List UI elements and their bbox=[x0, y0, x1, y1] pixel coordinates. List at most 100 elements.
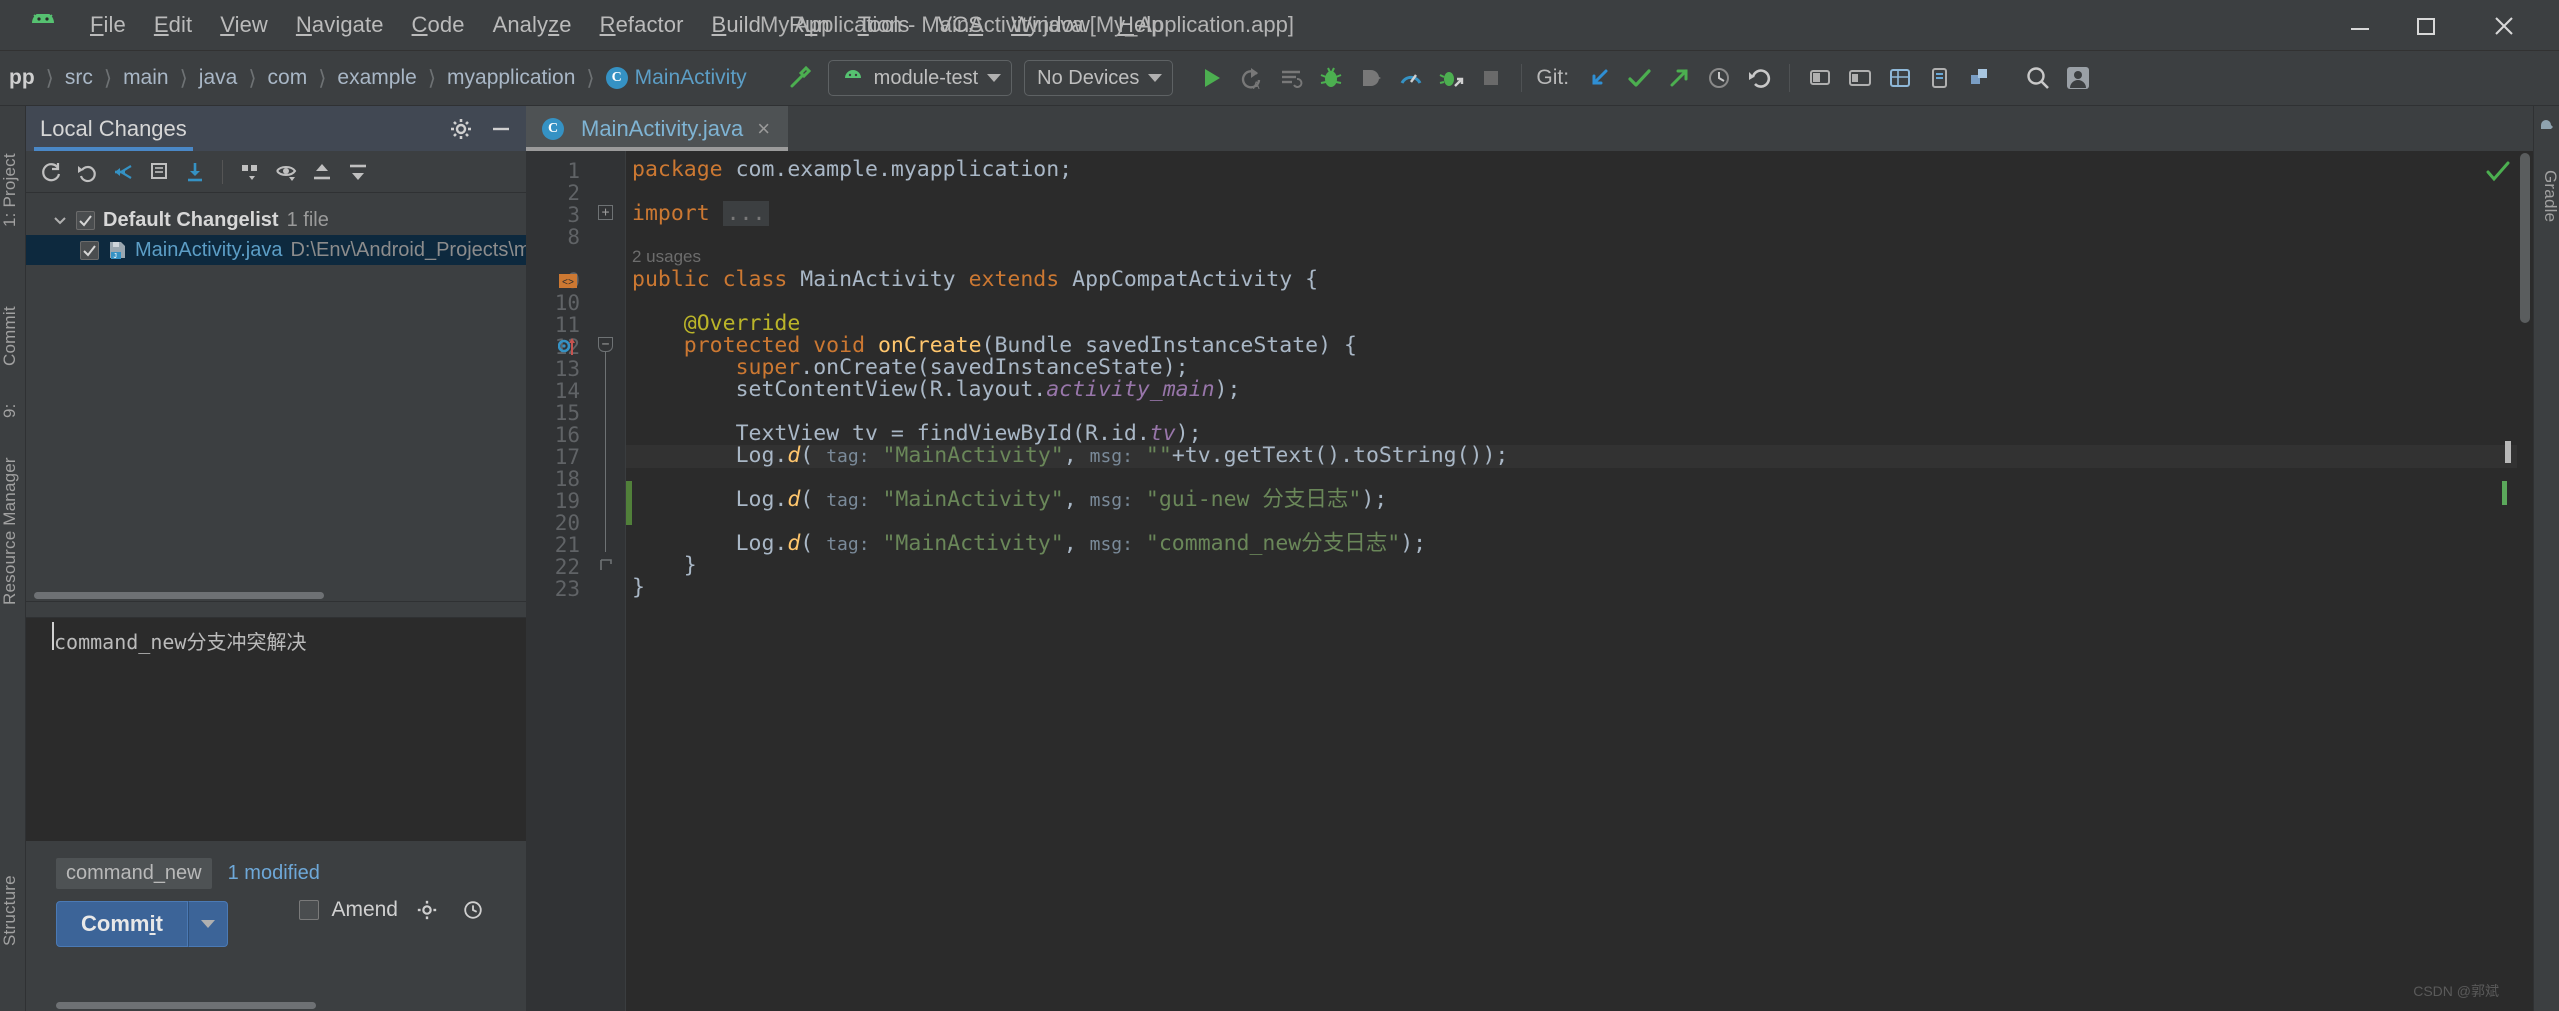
breadcrumb-item-main[interactable]: main bbox=[116, 63, 176, 93]
fold-collapse-icon[interactable]: − bbox=[598, 337, 613, 352]
avd-manager-icon[interactable] bbox=[1800, 58, 1840, 98]
breadcrumb-item-com[interactable]: com bbox=[261, 63, 315, 93]
device-file-explorer-icon[interactable] bbox=[1920, 58, 1960, 98]
commit-message-input[interactable]: command_new分支冲突解决 bbox=[54, 626, 306, 655]
shelve-silently-icon[interactable] bbox=[106, 155, 140, 189]
sidebar-item-project[interactable]: 1: Project bbox=[0, 120, 26, 260]
gradle-elephant-icon[interactable] bbox=[2538, 114, 2556, 137]
editor-gutter[interactable]: 1 2 3 8 9 10 11 12 13 14 15 16 17 18 19 … bbox=[526, 151, 588, 1011]
editor-tab-mainactivity[interactable]: C MainActivity.java × bbox=[526, 106, 789, 151]
file-checkbox[interactable] bbox=[80, 240, 99, 260]
fold-expand-icon[interactable]: + bbox=[598, 205, 613, 220]
changes-tree[interactable]: Default Changelist 1 file J MainActivity… bbox=[26, 193, 526, 601]
history-icon[interactable] bbox=[456, 893, 490, 927]
search-icon[interactable] bbox=[2018, 58, 2058, 98]
breadcrumb-item-src[interactable]: src bbox=[58, 63, 100, 93]
apply-code-changes-icon[interactable] bbox=[1271, 58, 1311, 98]
sdk-manager-icon[interactable] bbox=[1840, 58, 1880, 98]
stop-icon[interactable] bbox=[1471, 58, 1511, 98]
branch-chip[interactable]: command_new bbox=[56, 857, 212, 889]
sidebar-item-9[interactable]: 9: bbox=[0, 394, 26, 428]
apply-changes-icon[interactable]: A bbox=[1231, 58, 1271, 98]
refresh-icon[interactable] bbox=[34, 155, 68, 189]
menu-refactor[interactable]: Refactor bbox=[586, 8, 698, 42]
menu-edit[interactable]: Edit bbox=[140, 8, 206, 42]
changelist-node[interactable]: Default Changelist 1 file bbox=[26, 205, 526, 235]
group-by-icon[interactable] bbox=[233, 155, 267, 189]
changed-file-row[interactable]: J MainActivity.java D:\Env\Android_Proje… bbox=[26, 235, 526, 265]
override-method-icon[interactable] bbox=[557, 337, 580, 362]
expand-all-icon[interactable] bbox=[305, 155, 339, 189]
git-push-icon[interactable] bbox=[1659, 58, 1699, 98]
debug-icon[interactable] bbox=[1311, 58, 1351, 98]
hide-panel-icon[interactable] bbox=[484, 112, 518, 146]
commit-dropdown-button[interactable] bbox=[187, 901, 228, 947]
changed-file-path: D:\Env\Android_Projects\my-application bbox=[290, 238, 526, 261]
get-from-vcs-icon[interactable] bbox=[178, 155, 212, 189]
collapse-all-icon[interactable] bbox=[341, 155, 375, 189]
profiler-icon[interactable] bbox=[1391, 58, 1431, 98]
menu-analyze[interactable]: Analyze bbox=[479, 8, 586, 42]
hammer-build-icon[interactable] bbox=[780, 58, 820, 98]
left-tool-window-bar: 1: Project Commit 9: Resource Manager St… bbox=[0, 106, 26, 1011]
sidebar-item-structure[interactable]: Structure bbox=[0, 846, 26, 976]
minimize-icon[interactable] bbox=[2327, 0, 2393, 51]
commit-panel-hscrollbar[interactable] bbox=[56, 1002, 316, 1009]
editor-vscrollbar-thumb[interactable] bbox=[2520, 153, 2530, 323]
close-icon[interactable]: × bbox=[753, 116, 774, 142]
git-label: Git: bbox=[1536, 66, 1570, 89]
layout-inspector-icon[interactable] bbox=[1880, 58, 1920, 98]
commit-button[interactable]: Comm i t bbox=[56, 901, 188, 947]
code-text[interactable]: package com.example.myapplication; impor… bbox=[626, 151, 2533, 1011]
sidebar-item-gradle[interactable]: Gradle bbox=[2534, 146, 2559, 246]
code-line-23: } bbox=[632, 575, 645, 600]
breadcrumb-item-mainactivity[interactable]: C MainActivity bbox=[599, 63, 754, 93]
breadcrumb-item-app[interactable]: pp bbox=[2, 63, 42, 93]
usages-hint-line-9[interactable]: 2 usages bbox=[632, 247, 701, 267]
show-diff-icon[interactable] bbox=[142, 155, 176, 189]
tab-local-changes[interactable]: Local Changes bbox=[26, 106, 201, 151]
menu-file[interactable]: File bbox=[76, 8, 140, 42]
git-update-icon[interactable] bbox=[1579, 58, 1619, 98]
breadcrumb-item-myapplication[interactable]: myapplication bbox=[440, 63, 582, 93]
amend-checkbox[interactable] bbox=[299, 900, 320, 920]
fold-end-icon[interactable] bbox=[598, 557, 613, 572]
menu-code[interactable]: Code bbox=[398, 8, 479, 42]
code-line-3: import ... bbox=[632, 201, 770, 226]
editor-fold-column[interactable]: <> + − bbox=[557, 151, 626, 1011]
editor-vscrollbar[interactable] bbox=[2517, 151, 2533, 1011]
attach-debugger-icon[interactable] bbox=[1351, 58, 1391, 98]
changelist-checkbox[interactable] bbox=[76, 210, 95, 230]
error-stripe-change-mark[interactable] bbox=[2502, 481, 2507, 505]
class-marker-icon[interactable]: <> bbox=[558, 271, 578, 296]
git-rollback-icon[interactable] bbox=[1739, 58, 1779, 98]
account-avatar-icon[interactable] bbox=[2058, 58, 2098, 98]
gear-icon[interactable] bbox=[410, 893, 444, 927]
close-icon[interactable] bbox=[2471, 0, 2537, 51]
menu-navigate[interactable]: Navigate bbox=[282, 8, 398, 42]
amend-row: Amend bbox=[299, 893, 490, 927]
git-commit-icon[interactable] bbox=[1619, 58, 1659, 98]
run-configuration-selector[interactable]: module-test bbox=[827, 60, 1013, 96]
breadcrumb-item-java[interactable]: java bbox=[192, 63, 245, 93]
modified-count-link[interactable]: 1 modified bbox=[228, 862, 320, 885]
device-selector[interactable]: No Devices bbox=[1024, 60, 1174, 96]
sidebar-item-resource-manager[interactable]: Resource Manager bbox=[0, 436, 26, 626]
commit-message-area[interactable]: command_new分支冲突解决 bbox=[26, 601, 526, 841]
preview-eye-icon[interactable] bbox=[269, 155, 303, 189]
sidebar-item-commit[interactable]: Commit bbox=[0, 286, 26, 386]
make-project-icon[interactable] bbox=[1960, 58, 2000, 98]
run-debug-attach-icon[interactable] bbox=[1431, 58, 1471, 98]
gear-icon[interactable] bbox=[444, 112, 478, 146]
run-icon[interactable] bbox=[1191, 58, 1231, 98]
maximize-icon[interactable] bbox=[2393, 0, 2459, 51]
code-line-21: Log.d( tag: "MainActivity", msg: "comman… bbox=[735, 531, 1427, 556]
git-history-icon[interactable] bbox=[1699, 58, 1739, 98]
menu-view[interactable]: View bbox=[206, 8, 282, 42]
tree-hscrollbar-thumb[interactable] bbox=[34, 592, 324, 599]
chevron-down-icon[interactable] bbox=[52, 212, 68, 228]
rollback-icon[interactable] bbox=[70, 155, 104, 189]
code-view[interactable]: 1 2 3 8 9 10 11 12 13 14 15 16 17 18 19 … bbox=[526, 151, 2533, 1011]
inspection-ok-icon[interactable] bbox=[2485, 159, 2511, 190]
breadcrumb-item-example[interactable]: example bbox=[330, 63, 423, 93]
